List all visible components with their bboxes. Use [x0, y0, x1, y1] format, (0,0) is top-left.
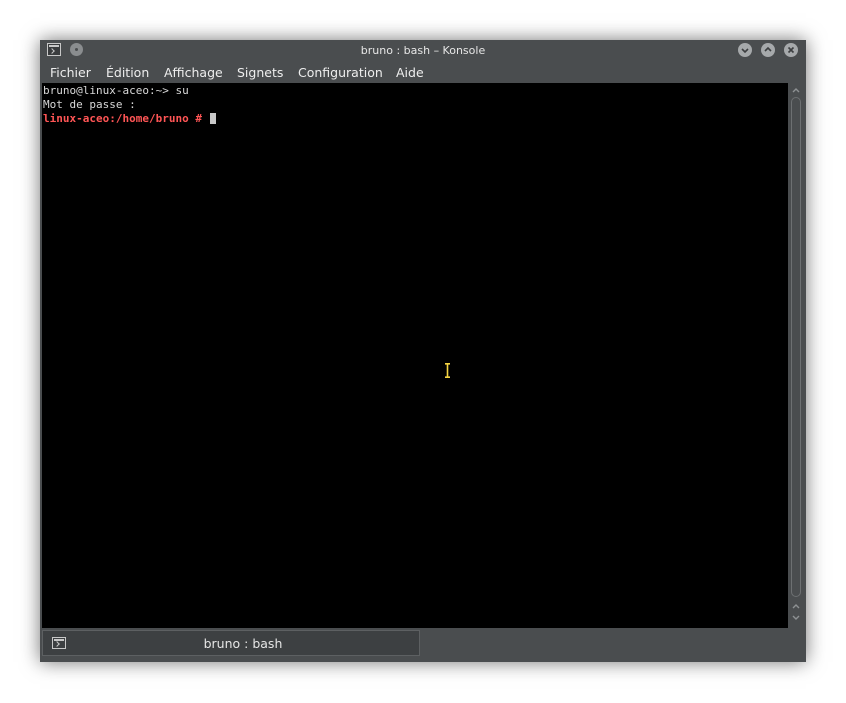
scroll-thumb[interactable]	[791, 97, 801, 597]
menu-aide[interactable]: Aide	[396, 65, 424, 80]
menu-fichier[interactable]: Fichier	[50, 65, 91, 80]
menu-signets[interactable]: Signets	[237, 65, 283, 80]
konsole-window: bruno : bash – Konsole Fichier Édition A…	[40, 40, 806, 662]
chevron-down-icon	[741, 48, 749, 54]
minimize-button[interactable]	[738, 43, 752, 57]
terminal-display[interactable]: bruno@linux-aceo:~> su Mot de passe : li…	[42, 83, 788, 628]
vertical-scrollbar[interactable]	[788, 83, 804, 628]
menu-bar: Fichier Édition Affichage Signets Config…	[40, 62, 806, 82]
tab-bruno-bash[interactable]: bruno : bash	[42, 630, 420, 656]
title-bar[interactable]: bruno : bash – Konsole	[40, 40, 806, 62]
root-prompt-line: linux-aceo:/home/bruno #	[43, 112, 216, 126]
root-prompt: linux-aceo:/home/bruno #	[43, 112, 209, 125]
text-cursor	[209, 113, 216, 124]
ibeam-cursor-icon	[445, 363, 450, 378]
scroll-up-arrow-icon[interactable]	[788, 85, 804, 95]
scroll-up-arrow-icon[interactable]	[788, 601, 804, 611]
scroll-down-arrow-icon[interactable]	[788, 613, 804, 623]
terminal-line: Mot de passe :	[43, 98, 136, 111]
maximize-button[interactable]	[761, 43, 775, 57]
terminal-line: bruno@linux-aceo:~> su	[43, 84, 189, 97]
tab-label: bruno : bash	[203, 636, 283, 651]
menu-edition[interactable]: Édition	[106, 65, 149, 80]
menu-configuration[interactable]: Configuration	[298, 65, 383, 80]
close-icon	[787, 46, 795, 54]
window-title: bruno : bash – Konsole	[360, 44, 486, 57]
menu-affichage[interactable]: Affichage	[164, 65, 223, 80]
close-button[interactable]	[784, 43, 798, 57]
tab-bar: bruno : bash	[40, 629, 806, 659]
chevron-up-icon	[764, 46, 772, 52]
